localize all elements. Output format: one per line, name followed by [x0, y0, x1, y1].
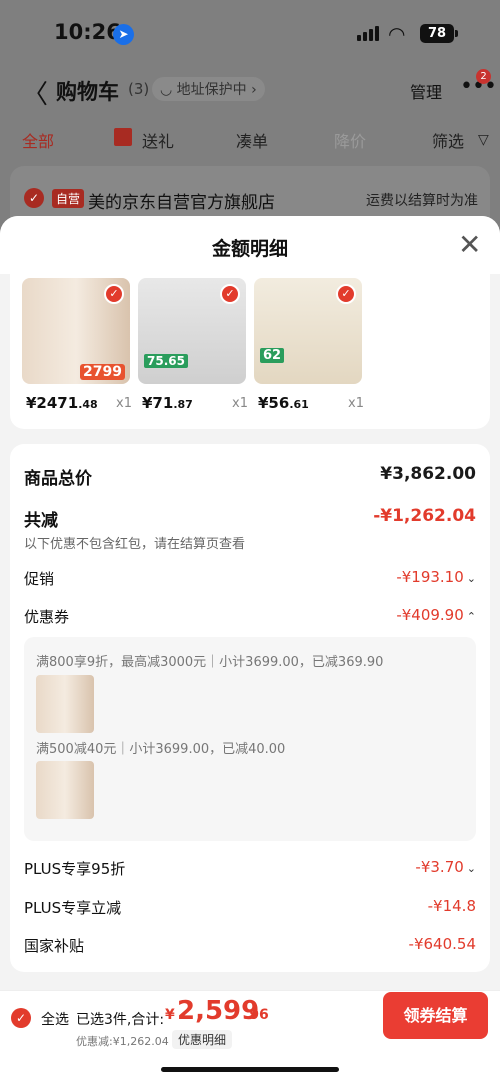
amount-detail-card: 商品总价 ¥3,862.00 共减 -¥1,262.04 以下优惠不包含红包，请… — [10, 444, 490, 972]
select-all-label[interactable]: 全选 — [41, 1009, 69, 1029]
address-protect-label: 地址保护中 — [176, 82, 247, 98]
check-icon: ✓ — [336, 284, 356, 304]
coupon-value: -¥409.90 ⌃ — [396, 606, 476, 624]
message-badge: 2 — [476, 69, 491, 84]
chevron-right-icon: › — [246, 82, 257, 98]
product-price: ¥2471.48 — [26, 394, 98, 412]
total-amount-decimal: .96 — [244, 1007, 269, 1023]
status-time: 10:26 — [54, 20, 121, 44]
product-qty: x1 — [232, 396, 248, 411]
chevron-up-icon: ⌃ — [466, 610, 476, 623]
coupon-product-thumb — [36, 675, 94, 733]
plus-instant-value: -¥14.8 — [427, 897, 476, 915]
subsidy-value: -¥640.54 — [408, 935, 476, 953]
checkout-bar: ✓ 全选 已选3件,合计: ¥ 2,599 .96 优惠减:¥1,262.04 … — [0, 990, 500, 1083]
promo-value: -¥193.10 ⌄ — [396, 568, 476, 586]
wifi-icon: ◠ — [388, 22, 406, 46]
battery-icon: 78 — [420, 24, 454, 43]
select-all-check-icon[interactable]: ✓ — [11, 1008, 31, 1028]
battery-tip — [455, 30, 458, 37]
reduce-note: 以下优惠不包含红包，请在结算页查看 — [24, 537, 246, 552]
total-value: ¥3,862.00 — [380, 464, 476, 484]
plus95-label: PLUS专享95折 — [24, 860, 126, 878]
tab-all[interactable]: 全部 — [22, 128, 54, 152]
chevron-down-icon: ⌄ — [466, 572, 476, 585]
tab-price-drop[interactable]: 降价 — [334, 128, 366, 152]
reduce-label: 共减 — [24, 511, 58, 531]
promo-label: 促销 — [24, 570, 55, 588]
manage-button[interactable]: 管理 — [410, 79, 442, 103]
product-image-chopper: ✓ 62 — [254, 278, 362, 384]
tab-bundle[interactable]: 凑单 — [236, 128, 268, 152]
store-check-icon[interactable]: ✓ — [24, 188, 44, 208]
coupon-line: 满500减40元｜小计3699.00，已减40.00 — [36, 742, 286, 757]
coupon-line: 满800享9折，最高减3000元｜小计3699.00，已减369.90 — [36, 655, 384, 670]
product-qty: x1 — [348, 396, 364, 411]
product-image-fridge: ✓ 2799 — [22, 278, 130, 384]
page-title: 购物车 — [56, 80, 119, 104]
tab-filter[interactable]: 筛选 — [432, 128, 464, 152]
tab-gift[interactable]: 送礼 — [142, 128, 174, 152]
discount-detail-button[interactable]: 优惠明细 — [172, 1030, 233, 1049]
plus-instant-label: PLUS专享立减 — [24, 899, 122, 917]
coupon-label: 优惠券 — [24, 608, 70, 626]
location-icon: ➤ — [113, 24, 134, 45]
shield-icon: ◡ — [160, 82, 177, 98]
store-header: ✓ 自营 美的京东自营官方旗舰店 运费以结算时为准 — [10, 166, 490, 222]
coupon-product-thumb — [36, 761, 94, 819]
check-icon: ✓ — [104, 284, 124, 304]
back-icon[interactable]: 〈 — [22, 74, 48, 111]
product-price: ¥56.61 — [258, 394, 309, 412]
image-price-tag: 75.65 — [144, 354, 188, 368]
reduce-value: -¥1,262.04 — [373, 506, 476, 526]
store-name[interactable]: 美的京东自营官方旗舰店 — [88, 188, 275, 213]
product-item[interactable]: ✓ 2799 ¥2471.48 x1 — [22, 278, 132, 412]
product-qty: x1 — [116, 396, 132, 411]
product-item[interactable]: ✓ 75.65 ¥71.87 x1 — [138, 278, 248, 412]
product-price: ¥71.87 — [142, 394, 193, 412]
discount-summary: 优惠减:¥1,262.04 — [76, 1035, 169, 1048]
image-price-tag: 62 — [260, 348, 285, 363]
gift-icon — [114, 128, 132, 146]
address-protect-button[interactable]: ◡ 地址保护中 › — [152, 77, 265, 101]
background-page: 10:26 ➤ ◠ 78 〈 购物车 (3) ◡ 地址保护中 › 管理 ••• … — [0, 0, 500, 240]
amount-detail-sheet: 金额明细 ✕ ✓ 2799 ¥2471.48 x1 ✓ 75.65 ¥71.87… — [0, 216, 500, 1083]
chevron-down-icon: ⌄ — [466, 862, 476, 875]
subsidy-label: 国家补贴 — [24, 937, 85, 955]
image-price-tag: 2799 — [80, 364, 125, 380]
signal-icon — [357, 26, 379, 41]
plus95-value: -¥3.70 ⌄ — [415, 858, 476, 876]
self-operated-badge: 自营 — [52, 189, 85, 208]
close-icon[interactable]: ✕ — [458, 228, 481, 261]
products-card: ✓ 2799 ¥2471.48 x1 ✓ 75.65 ¥71.87 x1 ✓ 6… — [10, 274, 490, 429]
selected-summary: 已选3件,合计: — [76, 1012, 165, 1028]
status-bar: 10:26 ➤ ◠ 78 — [0, 0, 500, 66]
checkout-button[interactable]: 领券结算 — [383, 992, 488, 1039]
product-image-steamer: ✓ 75.65 — [138, 278, 246, 384]
coupon-detail-box: 满800享9折，最高减3000元｜小计3699.00，已减369.90 满500… — [24, 637, 476, 841]
product-item[interactable]: ✓ 62 ¥56.61 x1 — [254, 278, 364, 412]
check-icon: ✓ — [220, 284, 240, 304]
home-indicator — [161, 1067, 339, 1072]
nav-bar: 〈 购物车 (3) ◡ 地址保护中 › 管理 ••• 2 — [0, 69, 500, 111]
total-label: 商品总价 — [24, 469, 92, 489]
filter-icon: ▽ — [478, 132, 489, 148]
cart-count: (3) — [128, 80, 150, 98]
filter-tabs: 全部 送礼 凑单 降价 筛选 ▽ — [0, 124, 500, 154]
sheet-header: 金额明细 ✕ — [0, 216, 500, 274]
shipping-note: 运费以结算时为准 — [366, 193, 478, 209]
currency-symbol: ¥ — [165, 1007, 175, 1023]
sheet-title: 金额明细 — [211, 238, 288, 260]
